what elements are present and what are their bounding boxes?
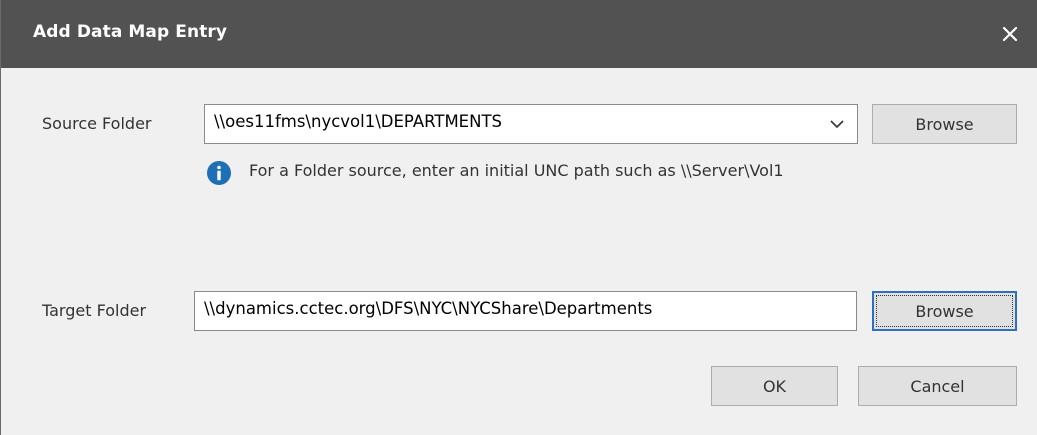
cancel-button[interactable]: Cancel bbox=[858, 366, 1017, 406]
focus-ring bbox=[876, 295, 1013, 327]
target-folder-label: Target Folder bbox=[42, 301, 147, 320]
target-folder-input[interactable]: \\dynamics.cctec.org\DFS\NYC\NYCShare\De… bbox=[194, 291, 857, 331]
ok-button[interactable]: OK bbox=[711, 366, 838, 406]
chevron-down-icon[interactable] bbox=[829, 117, 845, 131]
source-browse-button[interactable]: Browse bbox=[872, 104, 1017, 144]
close-icon bbox=[1002, 26, 1018, 42]
add-data-map-entry-dialog: Add Data Map Entry Source Folder \\oes11… bbox=[0, 0, 1037, 435]
title-bar: Add Data Map Entry bbox=[1, 0, 1037, 68]
source-folder-label: Source Folder bbox=[42, 114, 152, 133]
info-icon bbox=[207, 161, 231, 185]
close-button[interactable] bbox=[990, 14, 1030, 54]
source-folder-combobox[interactable]: \\oes11fms\nycvol1\DEPARTMENTS bbox=[204, 104, 858, 144]
dialog-title: Add Data Map Entry bbox=[33, 22, 228, 42]
target-folder-value: \\dynamics.cctec.org\DFS\NYC\NYCShare\De… bbox=[204, 299, 653, 318]
source-info-text: For a Folder source, enter an initial UN… bbox=[249, 161, 784, 180]
source-folder-value: \\oes11fms\nycvol1\DEPARTMENTS bbox=[214, 112, 503, 131]
target-browse-button[interactable]: Browse bbox=[872, 291, 1017, 331]
